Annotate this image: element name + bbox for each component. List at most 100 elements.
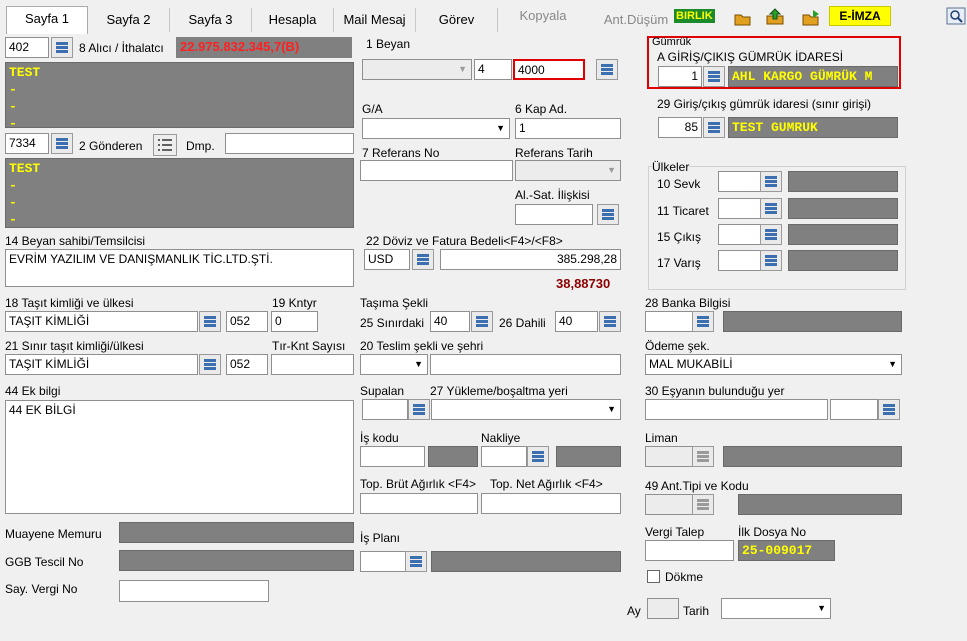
birlik-badge[interactable]: BIRLIK xyxy=(674,9,715,23)
nakliye-name xyxy=(556,446,621,467)
ant-name xyxy=(738,494,902,515)
tasit-input[interactable]: TAŞIT KİMLİĞİ xyxy=(5,311,198,332)
beyan-v2-input[interactable]: 4000 xyxy=(513,59,585,80)
alsat-input[interactable] xyxy=(515,204,593,225)
referans-no-input[interactable] xyxy=(360,160,513,181)
folder-arrow-icon[interactable] xyxy=(801,9,821,27)
doviz-amount-input[interactable]: 385.298,28 xyxy=(440,249,621,270)
tab-label: Mail Mesaj xyxy=(343,12,406,27)
tir-knt-input[interactable] xyxy=(271,354,354,375)
dahili-lookup-button[interactable] xyxy=(599,311,621,332)
teslim-sehir-input[interactable] xyxy=(430,354,621,375)
supalan-input[interactable] xyxy=(362,399,408,420)
liman-lookup-button[interactable] xyxy=(692,446,714,467)
esya-code-input[interactable] xyxy=(830,399,878,420)
say-vergi-input[interactable] xyxy=(119,580,269,602)
odeme-select[interactable]: MAL MUKABİLİ xyxy=(645,354,902,375)
alici-lookup-button[interactable] xyxy=(51,37,73,58)
vergi-talep-input[interactable] xyxy=(645,540,734,561)
folder-open-icon[interactable] xyxy=(733,10,753,28)
ant-lookup-button[interactable] xyxy=(692,494,714,515)
gonderen-address-box[interactable]: TEST - - - xyxy=(5,158,354,228)
tab-hesapla[interactable]: Hesapla xyxy=(252,8,334,32)
tab-ant-dusum[interactable]: Ant.Düşüm xyxy=(596,8,676,32)
dokme-checkbox[interactable] xyxy=(647,570,660,583)
gonderen-lookup-button[interactable] xyxy=(51,133,73,154)
sinir-lookup-button[interactable] xyxy=(703,117,725,138)
is-kodu-input[interactable] xyxy=(360,446,425,467)
teslim-label: 20 Teslim şekli ve şehri xyxy=(360,339,484,353)
tab-sayfa-3[interactable]: Sayfa 3 xyxy=(170,8,252,32)
referans-tarih-select[interactable] xyxy=(515,160,621,181)
tasit-country-input[interactable]: 052 xyxy=(226,311,268,332)
ant-input[interactable] xyxy=(645,494,693,515)
search-icon[interactable] xyxy=(946,7,966,25)
sinir-tasit-country-input[interactable]: 052 xyxy=(226,354,268,375)
banka-input[interactable] xyxy=(645,311,693,332)
is-plani-lookup-button[interactable] xyxy=(405,551,427,572)
teslim-select[interactable] xyxy=(360,354,428,375)
alici-address-box[interactable]: TEST - - - xyxy=(5,62,354,131)
sinir-tasit-input[interactable]: TAŞIT KİMLİĞİ xyxy=(5,354,198,375)
gumruk-label: Gümrük xyxy=(652,36,692,48)
nakliye-input[interactable] xyxy=(481,446,527,467)
tarih-select[interactable] xyxy=(721,598,831,619)
sevk-lookup-button[interactable] xyxy=(760,171,782,192)
sinirdaki-input[interactable]: 40 xyxy=(430,311,470,332)
beyan-v1-input[interactable]: 4 xyxy=(474,59,512,80)
ticaret-input[interactable] xyxy=(718,198,762,219)
tab-sayfa-2[interactable]: Sayfa 2 xyxy=(88,8,170,32)
alici-code-input[interactable]: 402 xyxy=(5,37,49,58)
liman-input[interactable] xyxy=(645,446,693,467)
supalan-lookup-button[interactable] xyxy=(408,399,430,420)
ggb-input[interactable] xyxy=(119,550,354,571)
is-plani-input[interactable] xyxy=(360,551,406,572)
beyan-lookup-button[interactable] xyxy=(596,59,618,80)
kntyr-label: 19 Kntyr xyxy=(272,296,317,310)
tab-kopyala[interactable]: Kopyala xyxy=(506,4,580,28)
esya-input[interactable] xyxy=(645,399,828,420)
ga-select[interactable] xyxy=(362,118,510,139)
kntyr-input[interactable]: 0 xyxy=(271,311,318,332)
alsat-lookup-button[interactable] xyxy=(597,204,619,225)
dahili-input[interactable]: 40 xyxy=(555,311,598,332)
tab-sayfa-1[interactable]: Sayfa 1 xyxy=(6,6,88,34)
beyan-sahibi-input[interactable]: EVRİM YAZILIM VE DANIŞMANLIK TİC.LTD.ŞTİ… xyxy=(5,249,354,287)
gumruk-lookup-button[interactable] xyxy=(703,66,725,87)
sinir-tasit-lookup-button[interactable] xyxy=(199,354,221,375)
gumruk-name-text: AHL KARGO GÜMRÜK M xyxy=(732,69,873,84)
sinir-code-input[interactable]: 85 xyxy=(658,117,702,138)
tab-gorev[interactable]: Görev xyxy=(416,8,498,32)
muayene-input[interactable] xyxy=(119,522,354,543)
net-agirlik-input[interactable] xyxy=(481,493,621,514)
gonderen-code-input[interactable]: 7334 xyxy=(5,133,49,154)
varis-lookup-button[interactable] xyxy=(760,250,782,271)
yukleme-select[interactable] xyxy=(431,399,621,420)
alici-line: - xyxy=(9,82,17,97)
beyan-type-select[interactable] xyxy=(362,59,472,80)
gumruk-code-input[interactable]: 1 xyxy=(658,66,702,87)
esya-lookup-button[interactable] xyxy=(878,399,900,420)
sinirdaki-lookup-button[interactable] xyxy=(471,311,493,332)
doviz-currency-input[interactable]: USD xyxy=(364,249,410,270)
varis-name xyxy=(788,250,898,271)
e-imza-button[interactable]: E-İMZA xyxy=(829,6,891,26)
beyan-label: 1 Beyan xyxy=(366,37,411,51)
dmp-input[interactable] xyxy=(225,133,354,154)
banka-lookup-button[interactable] xyxy=(692,311,714,332)
cikis-lookup-button[interactable] xyxy=(760,224,782,245)
ek-bilgi-textarea[interactable]: 44 EK BİLGİ xyxy=(5,400,354,514)
sevk-input[interactable] xyxy=(718,171,762,192)
tasit-lookup-button[interactable] xyxy=(199,311,221,332)
doviz-lookup-button[interactable] xyxy=(412,249,434,270)
varis-input[interactable] xyxy=(718,250,762,271)
ay-input[interactable] xyxy=(647,598,679,619)
tab-mail-mesaj[interactable]: Mail Mesaj xyxy=(334,8,416,32)
upload-icon[interactable] xyxy=(765,8,785,26)
cikis-input[interactable] xyxy=(718,224,762,245)
brut-agirlik-input[interactable] xyxy=(360,493,478,514)
nakliye-lookup-button[interactable] xyxy=(527,446,549,467)
ticaret-lookup-button[interactable] xyxy=(760,198,782,219)
list-icon[interactable] xyxy=(153,134,177,156)
kap-input[interactable]: 1 xyxy=(515,118,621,139)
